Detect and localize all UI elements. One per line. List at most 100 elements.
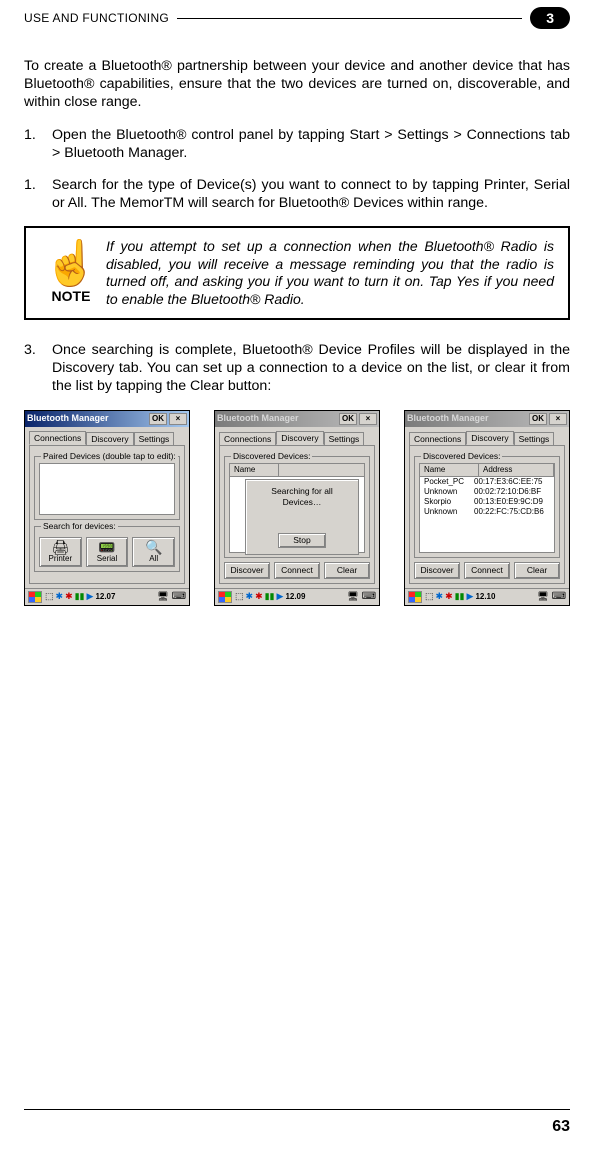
tray-icon[interactable]: ✱ (436, 591, 444, 602)
list-item[interactable]: Unknown 00:22:FC:75:CD:B6 (420, 507, 554, 517)
intro-paragraph: To create a Bluetooth® partnership betwe… (24, 58, 570, 111)
list-header: Name (230, 464, 364, 477)
window-title: Bluetooth Manager (407, 413, 527, 424)
keyboard-icon[interactable]: ⌨ (172, 591, 186, 604)
discover-button[interactable]: Discover (414, 562, 460, 579)
col-address: Address (479, 464, 554, 476)
start-button[interactable] (408, 591, 422, 603)
clear-button[interactable]: Clear (514, 562, 560, 579)
discovered-devices-group: Discovered Devices: Name Address Pocket_… (414, 456, 560, 558)
titlebar: Bluetooth Manager OK × (25, 411, 189, 427)
tab-connections[interactable]: Connections (29, 431, 86, 446)
group-label: Search for devices: (41, 521, 118, 532)
clock: 12.07 (95, 592, 115, 602)
serial-button[interactable]: 📟 Serial (86, 537, 129, 567)
group-label: Discovered Devices: (231, 451, 312, 462)
tray-icon[interactable]: ▮▮ (455, 591, 465, 602)
clear-button[interactable]: Clear (324, 562, 370, 579)
all-button[interactable]: 🔍 All (132, 537, 175, 567)
tray-icon[interactable]: ✱ (255, 591, 263, 602)
close-button[interactable]: × (359, 413, 377, 425)
group-label: Discovered Devices: (421, 451, 502, 462)
device-name: Unknown (424, 487, 474, 497)
clock: 12.09 (285, 592, 305, 602)
taskbar: ⬚ ✱ ✱ ▮▮ ▶ 12.07 🖥 ⌨ (25, 588, 189, 605)
stop-button[interactable]: Stop (278, 533, 326, 548)
discovered-devices-group: Discovered Devices: Name Searching for a… (224, 456, 370, 558)
desktop-icon[interactable]: 🖥 (347, 591, 358, 602)
tab-discovery[interactable]: Discovery (86, 432, 133, 447)
window-title: Bluetooth Manager (27, 413, 147, 424)
tab-page: Discovered Devices: Name Address Pocket_… (409, 445, 565, 584)
printer-button[interactable]: 🖨 Printer (39, 537, 82, 567)
list-item[interactable]: Pocket_PC 00:17:E3:6C:EE:75 (420, 477, 554, 487)
system-tray: ⬚ ✱ ✱ ▮▮ ▶ 12.09 (235, 591, 344, 602)
ok-button[interactable]: OK (339, 413, 357, 425)
tab-settings[interactable]: Settings (134, 432, 175, 447)
ok-button[interactable]: OK (149, 413, 167, 425)
close-button[interactable]: × (549, 413, 567, 425)
window-title: Bluetooth Manager (217, 413, 337, 424)
button-label: Printer (49, 554, 73, 564)
tray-icon[interactable]: ✱ (445, 591, 453, 602)
discover-button[interactable]: Discover (224, 562, 270, 579)
tab-discovery[interactable]: Discovery (466, 431, 513, 446)
screenshot-3: Bluetooth Manager OK × Connections Disco… (404, 410, 570, 606)
list-item[interactable]: Skorpio 00:13:E0:E9:9C:D9 (420, 497, 554, 507)
start-button[interactable] (218, 591, 232, 603)
screenshots-row: Bluetooth Manager OK × Connections Disco… (24, 410, 570, 606)
tray-icon[interactable]: ▶ (87, 591, 94, 602)
close-button[interactable]: × (169, 413, 187, 425)
printer-icon: 🖨 (51, 540, 69, 554)
discovered-devices-list[interactable]: Name Address Pocket_PC 00:17:E3:6C:EE:75… (419, 463, 555, 553)
taskbar: ⬚ ✱ ✱ ▮▮ ▶ 12.10 🖥 ⌨ (405, 588, 569, 605)
keyboard-icon[interactable]: ⌨ (362, 591, 376, 604)
screenshot-2: Bluetooth Manager OK × Connections Disco… (214, 410, 380, 606)
col-name: Name (420, 464, 479, 476)
tray-icon[interactable]: ▮▮ (75, 591, 85, 602)
device-name: Pocket_PC (424, 477, 474, 487)
tray-icon[interactable]: ✱ (65, 591, 73, 602)
screenshot-1: Bluetooth Manager OK × Connections Disco… (24, 410, 190, 606)
tab-settings[interactable]: Settings (514, 432, 555, 447)
tab-connections[interactable]: Connections (409, 432, 466, 447)
action-buttons: Discover Connect Clear (224, 562, 370, 579)
tray-icon[interactable]: ⬚ (45, 591, 54, 602)
tray-icon[interactable]: ⬚ (235, 591, 244, 602)
tray-icon[interactable]: ⬚ (425, 591, 434, 602)
taskbar: ⬚ ✱ ✱ ▮▮ ▶ 12.09 🖥 ⌨ (215, 588, 379, 605)
step-2: 1. Search for the type of Device(s) you … (24, 177, 570, 213)
connect-button[interactable]: Connect (274, 562, 320, 579)
tray-icon[interactable]: ✱ (246, 591, 254, 602)
tray-icon[interactable]: ▶ (467, 591, 474, 602)
dialog-text: Searching for all Devices… (252, 486, 352, 507)
chapter-badge: 3 (530, 7, 570, 29)
ok-button[interactable]: OK (529, 413, 547, 425)
tabs: Connections Discovery Settings (29, 431, 185, 446)
titlebar: Bluetooth Manager OK × (215, 411, 379, 427)
button-label: All (149, 554, 158, 564)
paired-devices-list[interactable] (39, 463, 175, 515)
desktop-icon[interactable]: 🖥 (537, 591, 548, 602)
device-name: Unknown (424, 507, 474, 517)
tab-settings[interactable]: Settings (324, 432, 365, 447)
tray-icon[interactable]: ▮▮ (265, 591, 275, 602)
tray-icon[interactable]: ▶ (277, 591, 284, 602)
desktop-icon[interactable]: 🖥 (157, 591, 168, 602)
tray-icon[interactable]: ✱ (56, 591, 64, 602)
tab-discovery[interactable]: Discovery (276, 431, 323, 446)
connect-button[interactable]: Connect (464, 562, 510, 579)
col-name: Name (230, 464, 279, 476)
page-header: USE AND FUNCTIONING 3 (24, 0, 570, 30)
start-button[interactable] (28, 591, 42, 603)
system-tray: ⬚ ✱ ✱ ▮▮ ▶ 12.10 (425, 591, 534, 602)
step-number: 1. (24, 177, 52, 213)
keyboard-icon[interactable]: ⌨ (552, 591, 566, 604)
list-item[interactable]: Unknown 00:02:72:10:D6:BF (420, 487, 554, 497)
searching-dialog: Searching for all Devices… Stop (245, 479, 359, 555)
tab-connections[interactable]: Connections (219, 432, 276, 447)
page-number: 63 (552, 1118, 570, 1136)
search-buttons: 🖨 Printer 📟 Serial 🔍 All (39, 537, 175, 567)
step-number: 1. (24, 127, 52, 163)
device-address: 00:02:72:10:D6:BF (474, 487, 550, 497)
